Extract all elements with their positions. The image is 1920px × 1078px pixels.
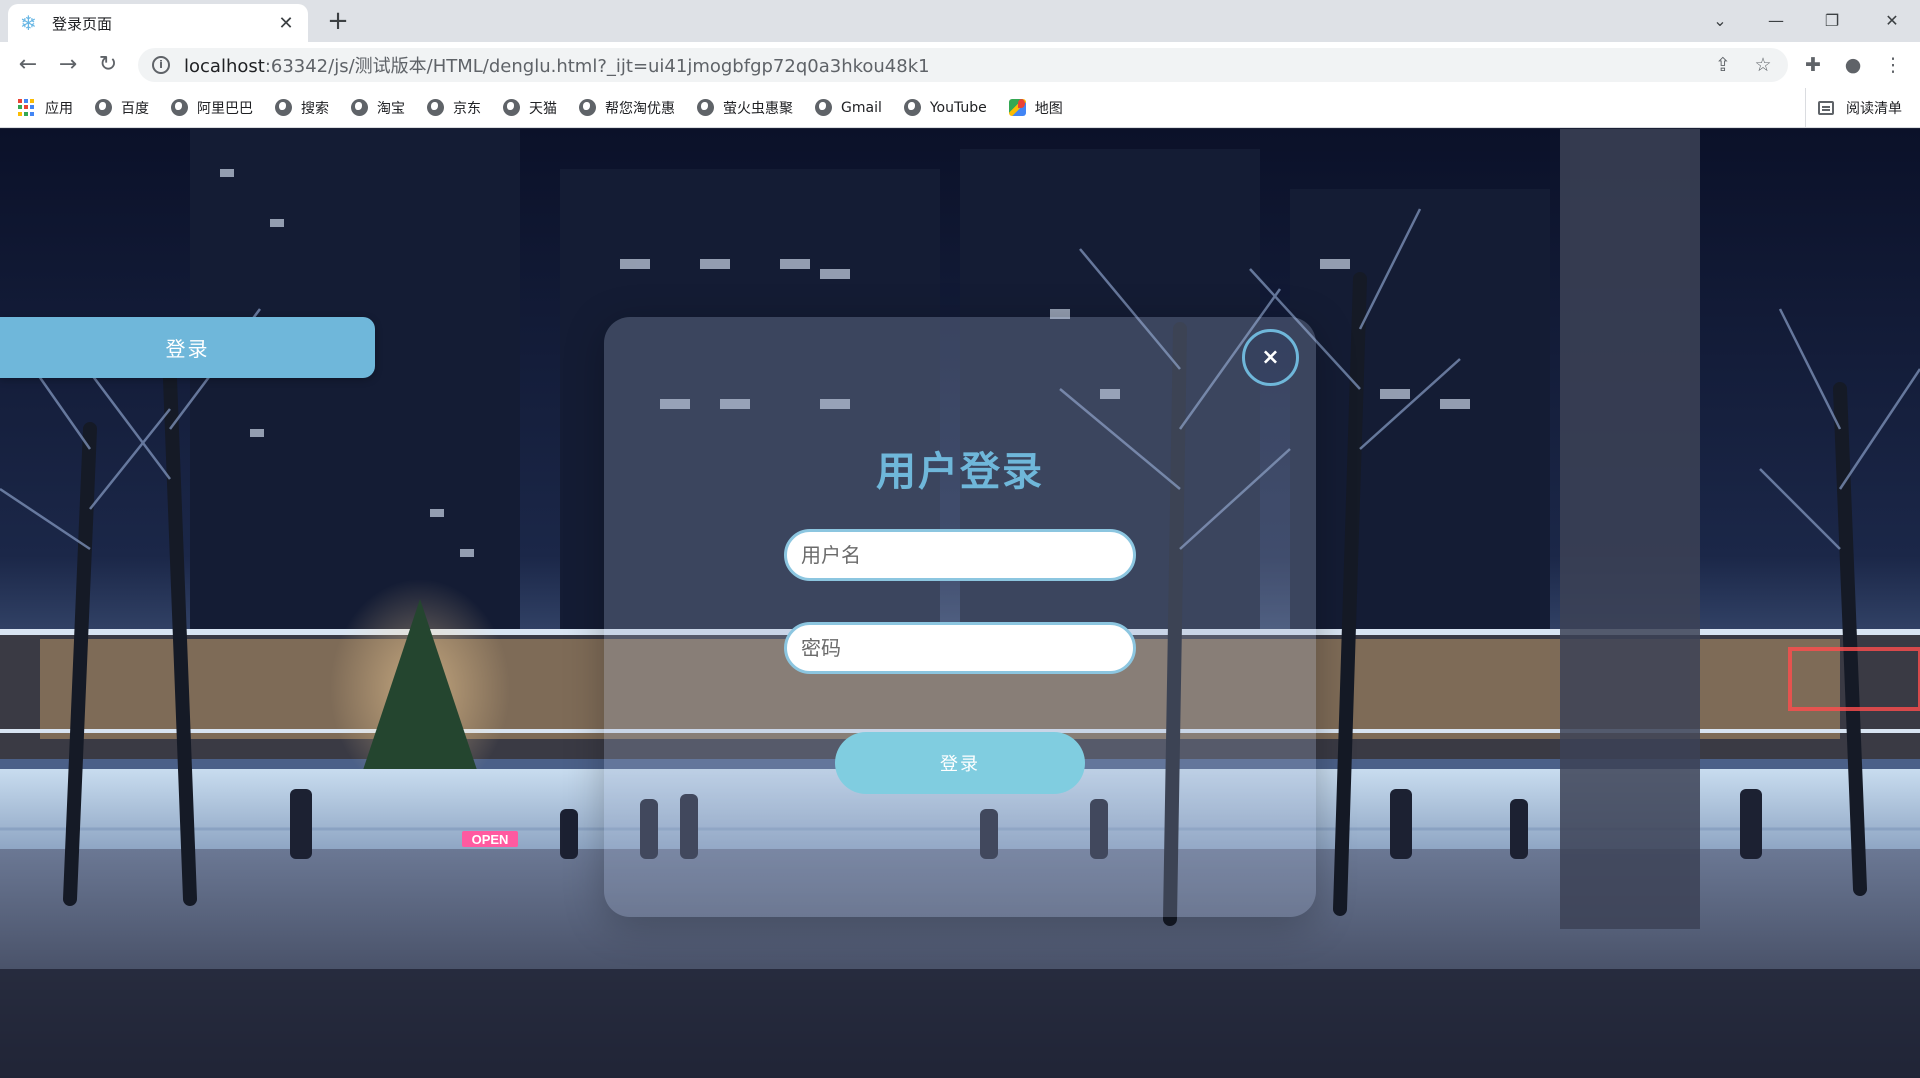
bookmark-jd[interactable]: 京东: [427, 98, 481, 118]
bookmark-taobao[interactable]: 淘宝: [351, 98, 405, 118]
bookmark-apps[interactable]: 应用: [18, 98, 73, 118]
window-close-button[interactable]: ✕: [1864, 0, 1920, 40]
bookmark-youtube[interactable]: YouTube: [903, 99, 987, 116]
globe-icon: [903, 99, 921, 116]
bookmark-label: 帮您淘优惠: [605, 100, 675, 117]
bookmark-alibaba[interactable]: 阿里巴巴: [171, 98, 253, 118]
tab-close-icon[interactable]: ✕: [276, 13, 296, 34]
reload-button[interactable]: ↻: [92, 50, 124, 82]
bookmark-label: YouTube: [929, 99, 987, 116]
profile-avatar-icon[interactable]: ●: [1836, 48, 1870, 82]
bookmark-label: 天猫: [529, 100, 557, 117]
browser-tab-bar: ❄ 登录页面 ✕ + ⌄ — ❐ ✕: [0, 0, 1920, 42]
bookmark-label: Gmail: [841, 99, 882, 116]
bookmark-star-icon[interactable]: ☆: [1746, 48, 1780, 82]
bookmark-label: 阿里巴巴: [197, 100, 253, 117]
forward-button[interactable]: →: [52, 50, 84, 82]
share-icon[interactable]: ⇪: [1706, 48, 1740, 82]
bookmark-coupon[interactable]: 帮您淘优惠: [579, 98, 675, 118]
globe-icon: [697, 99, 714, 116]
globe-icon: [427, 99, 444, 116]
reading-list-icon: [1818, 101, 1834, 115]
bookmark-search[interactable]: 搜索: [275, 98, 329, 118]
page-viewport: OPEN 登录 × 用户登录 用户名 登录: [0, 129, 1920, 1078]
new-tab-button[interactable]: +: [322, 6, 354, 38]
menu-kebab-icon[interactable]: ⋮: [1876, 48, 1910, 82]
globe-icon: [351, 99, 368, 116]
extensions-icon[interactable]: ✚: [1796, 48, 1830, 82]
browser-toolbar: ← → ↻ i localhost:63342/js/测试版本/HTML/den…: [0, 42, 1920, 88]
url-host: localhost: [184, 56, 265, 77]
apps-icon: [18, 99, 35, 116]
tab-title: 登录页面: [52, 14, 113, 33]
globe-icon: [95, 99, 112, 116]
globe-icon: [503, 99, 520, 116]
bookmark-label: 百度: [121, 100, 149, 117]
globe-icon: [579, 99, 596, 116]
bookmark-label: 淘宝: [377, 100, 405, 117]
globe-icon: [171, 99, 188, 116]
maps-icon: [1008, 99, 1026, 116]
bookmark-label: 搜索: [301, 100, 329, 117]
bookmark-label: 京东: [453, 100, 481, 117]
bookmark-label: 萤火虫惠聚: [723, 100, 793, 117]
side-login-button[interactable]: 登录: [0, 317, 375, 378]
concrete-pillar: [1560, 129, 1700, 929]
address-bar[interactable]: i localhost:63342/js/测试版本/HTML/denglu.ht…: [138, 48, 1788, 82]
close-icon: ×: [1261, 345, 1280, 370]
tab-search-icon[interactable]: ⌄: [1692, 0, 1748, 40]
road: [0, 969, 1920, 1078]
dialog-title: 用户登录: [876, 449, 1044, 495]
minimize-button[interactable]: —: [1748, 0, 1804, 40]
password-input[interactable]: [784, 622, 1136, 674]
bookmark-baidu[interactable]: 百度: [95, 98, 149, 118]
snowflake-icon: ❄: [20, 11, 37, 35]
bookmark-maps[interactable]: 地图: [1008, 98, 1063, 118]
open-sign-text: OPEN: [472, 832, 509, 847]
dialog-close-button[interactable]: ×: [1242, 329, 1299, 386]
bookmark-label: 应用: [45, 100, 73, 117]
bookmarks-bar: 应用 百度 阿里巴巴 搜索 淘宝 京东 天猫 帮您淘优惠 萤火虫惠聚 Gmail…: [0, 88, 1920, 128]
globe-icon: [815, 99, 832, 116]
side-login-label: 登录: [165, 337, 210, 361]
bookmark-gmail[interactable]: Gmail: [815, 99, 882, 116]
back-button[interactable]: ←: [12, 50, 44, 82]
bookmark-firefly[interactable]: 萤火虫惠聚: [697, 98, 793, 118]
bookmark-tmall[interactable]: 天猫: [503, 98, 557, 118]
bookmark-label: 地图: [1034, 100, 1063, 117]
url-path: :63342/js/测试版本/HTML/denglu.html?_ijt=ui4…: [264, 56, 930, 77]
globe-icon: [275, 99, 292, 116]
login-dialog: × 用户登录 登录: [604, 317, 1316, 917]
address-url[interactable]: localhost:63342/js/测试版本/HTML/denglu.html…: [184, 52, 930, 78]
browser-tab[interactable]: ❄ 登录页面 ✕: [8, 4, 308, 42]
reading-list-label: 阅读清单: [1846, 101, 1902, 117]
site-info-icon[interactable]: i: [152, 56, 170, 74]
login-submit-label: 登录: [940, 754, 980, 775]
restore-button[interactable]: ❐: [1804, 0, 1860, 40]
login-submit-button[interactable]: 登录: [835, 732, 1085, 794]
username-input[interactable]: [784, 529, 1136, 581]
reading-list-button[interactable]: 阅读清单: [1805, 88, 1902, 128]
